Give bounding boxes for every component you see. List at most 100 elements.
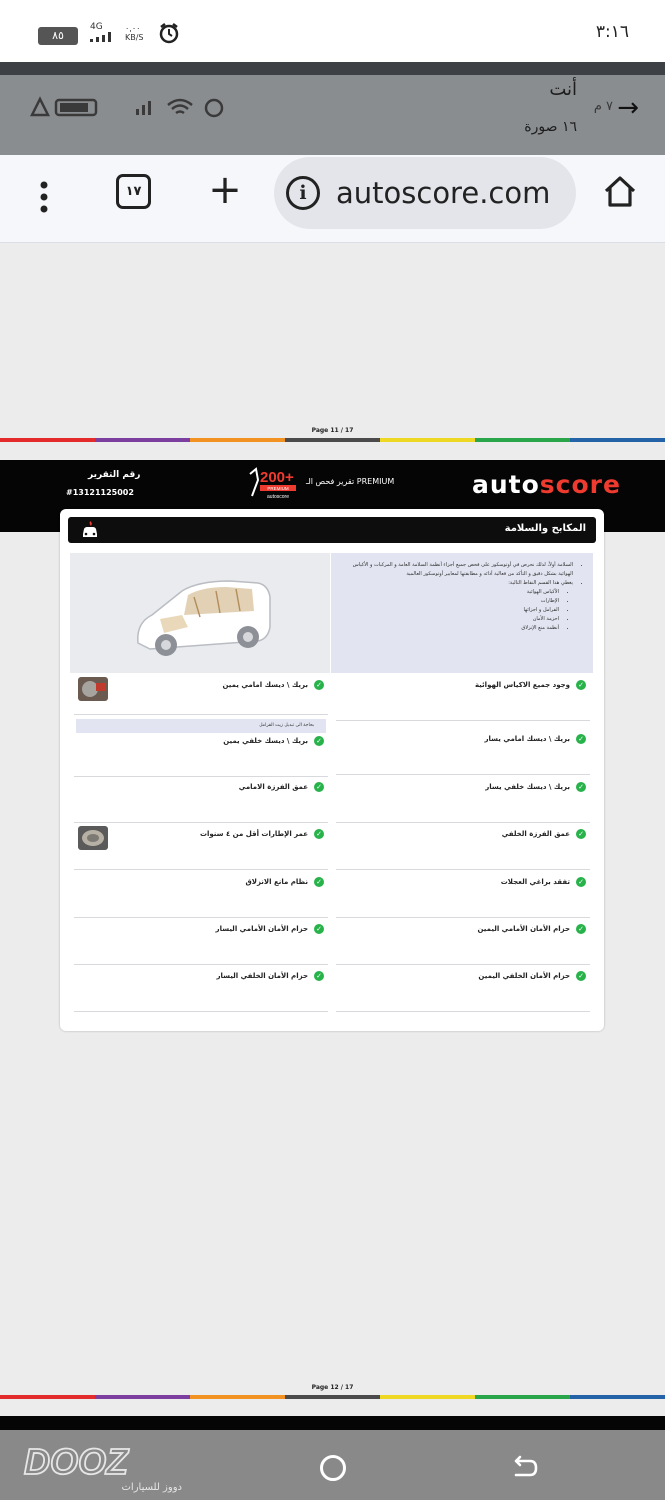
- page-divider-current: [0, 1395, 665, 1399]
- check-item: ✓ وجود جميع الاكياس الهوائية: [336, 675, 590, 721]
- logo-accent: score: [539, 470, 621, 499]
- tab-switcher-button[interactable]: ١٧: [116, 174, 151, 209]
- notification-time: ٧ م: [593, 99, 613, 114]
- check-item-label: بريك \ ديسك خلفي يمين: [223, 737, 308, 745]
- browser-toolbar: ١٧ + i autoscore.com: [0, 155, 665, 243]
- check-item: ✓ بريك \ ديسك خلفي يسار: [336, 777, 590, 823]
- next-page-header-peek: [0, 1416, 665, 1430]
- check-item-label: بريك \ ديسك امامي يمين: [222, 681, 308, 689]
- divider-segment: [570, 1395, 665, 1399]
- covered-point: الأكياس الهوائية: [343, 588, 559, 597]
- covered-point: الإطارات: [343, 597, 559, 606]
- home-icon[interactable]: [602, 173, 638, 209]
- alarm-icon: [159, 23, 179, 44]
- logo-main: auto: [472, 470, 540, 499]
- checkmark-icon: ✓: [314, 829, 324, 839]
- check-item: ✓ بريك \ ديسك امامي يمين: [74, 675, 328, 715]
- autoscore-logo: autoscore: [472, 470, 621, 499]
- covered-point: أنظمة منع الإنزلاق: [343, 624, 559, 633]
- divider-segment: [380, 438, 475, 442]
- notification-subtitle: ١٦ صورة: [524, 119, 577, 135]
- home-nav-icon[interactable]: [320, 1455, 346, 1481]
- check-item-label: وجود جميع الاكياس الهوائية: [474, 681, 570, 689]
- page-number-prev: Page 11 / 17: [311, 427, 354, 434]
- check-item: ✓ عمر الإطارات أقل من ٤ سنوات: [74, 824, 328, 870]
- network-type: 4G: [90, 22, 103, 32]
- notification-sender: أنت: [549, 79, 577, 100]
- car-airbag-illustration: [70, 553, 330, 673]
- checkmark-icon: ✓: [576, 829, 586, 839]
- badge-number: 200+: [260, 469, 294, 486]
- divider-segment: [475, 1395, 570, 1399]
- section-description: السلامة أولاً، لذلك نحرص في أوتوسكور على…: [331, 553, 593, 673]
- watermark-brand: DOOZ: [24, 1441, 130, 1482]
- checkmark-icon: ✓: [314, 971, 324, 981]
- check-item-label: حزام الأمان الأمامي اليسار: [215, 925, 308, 933]
- address-bar[interactable]: i autoscore.com: [274, 157, 576, 229]
- forward-arrow-icon[interactable]: →: [617, 93, 639, 123]
- divider-segment: [285, 1395, 380, 1399]
- checkmark-icon: ✓: [576, 924, 586, 934]
- report-page: autoscore تقرير فحص الـ PREMIUM 200+ PRE…: [0, 460, 665, 1370]
- check-item-label: حزام الأمان الخلفي اليمين: [478, 972, 570, 980]
- back-nav-icon[interactable]: [510, 1452, 540, 1482]
- tire-photo: [78, 826, 108, 850]
- checkmark-icon: ✓: [314, 877, 324, 887]
- divider-segment: [190, 1395, 285, 1399]
- inspection-card: المكابح والسلامة السلامة أولاً، لذلك نحر…: [60, 509, 604, 1031]
- status-bar: ٨٥ 4G ٠,٠٠ KB/S ٣:١٦: [0, 0, 665, 62]
- check-item: ✓ حزام الأمان الخلفي اليمين: [336, 966, 590, 1012]
- check-item: ✓ عمق الفرزة الخلفي: [336, 824, 590, 870]
- section-header: المكابح والسلامة: [68, 517, 596, 543]
- premium-label: تقرير فحص الـ PREMIUM: [306, 477, 395, 486]
- url-text[interactable]: autoscore.com: [336, 176, 550, 210]
- page-number-current: Page 12 / 17: [311, 1384, 354, 1391]
- notification-overlay[interactable]: أنت ٧ م ١٦ صورة →: [0, 75, 665, 155]
- clock: ٣:١٦: [595, 22, 629, 42]
- check-item: ✓ تفقد براغي العجلات: [336, 872, 590, 918]
- data-speed: ٠,٠٠ KB/S: [125, 24, 144, 42]
- checkmark-icon: ✓: [576, 782, 586, 792]
- check-item: ✓ حزام الأمان الأمامي اليمين: [336, 919, 590, 965]
- check-item-label: بريك \ ديسك خلفي يسار: [485, 783, 570, 791]
- divider-segment: [0, 1395, 95, 1399]
- checkmark-icon: ✓: [576, 734, 586, 744]
- more-menu-icon[interactable]: [28, 177, 60, 217]
- signal-icon: [90, 32, 111, 42]
- page-divider-prev: [0, 438, 665, 442]
- divider-segment: [95, 1395, 190, 1399]
- divider-segment: [380, 1395, 475, 1399]
- checkmark-icon: ✓: [314, 924, 324, 934]
- badge-brand: autoscore: [267, 494, 289, 500]
- checkmark-icon: ✓: [576, 877, 586, 887]
- divider-segment: [0, 438, 95, 442]
- network-indicator: 4G: [90, 22, 116, 45]
- check-item: ✓ بريك \ ديسك خلفي يمين: [74, 731, 328, 777]
- covers-label: يغطي هذا القسم النقاط التالية:: [508, 580, 573, 586]
- ghost-status-icons: [30, 96, 224, 118]
- battery-indicator: ٨٥: [38, 27, 78, 45]
- dooz-watermark-logo: DOOZ دووز للسيارات: [23, 1440, 182, 1493]
- description-intro: السلامة أولاً، لذلك نحرص في أوتوسكور على…: [343, 561, 573, 579]
- navigation-bar: DOOZ دووز للسيارات: [0, 1430, 665, 1500]
- report-number-label: رقم التقرير: [88, 470, 141, 480]
- section-title: المكابح والسلامة: [504, 523, 586, 534]
- new-tab-button[interactable]: +: [207, 170, 243, 214]
- brake-disc-photo: [78, 677, 108, 701]
- check-item: ✓ بريك \ ديسك امامي يسار: [336, 729, 590, 775]
- divider-segment: [475, 438, 570, 442]
- description-list: السلامة أولاً، لذلك نحرص في أوتوسكور على…: [343, 561, 581, 633]
- badge-text: PREMIUM: [267, 486, 289, 491]
- divider-segment: [95, 438, 190, 442]
- check-item-label: حزام الأمان الأمامي اليمين: [477, 925, 570, 933]
- pdf-viewer[interactable]: Page 11 / 17 autoscore تقرير فحص الـ PRE…: [0, 244, 665, 1430]
- checkmark-icon: ✓: [314, 782, 324, 792]
- site-info-icon[interactable]: i: [286, 176, 320, 210]
- checkmark-icon: ✓: [576, 971, 586, 981]
- report-number: #13121125002: [66, 488, 134, 497]
- check-item-label: بريك \ ديسك امامي يسار: [484, 735, 570, 743]
- covered-point: احزمة الأمان: [343, 615, 559, 624]
- check-item-label: عمق الفرزة الخلفي: [501, 830, 570, 838]
- check-item-label: تفقد براغي العجلات: [500, 878, 570, 886]
- check-item-label: عمق الفرزة الامامي: [238, 783, 308, 791]
